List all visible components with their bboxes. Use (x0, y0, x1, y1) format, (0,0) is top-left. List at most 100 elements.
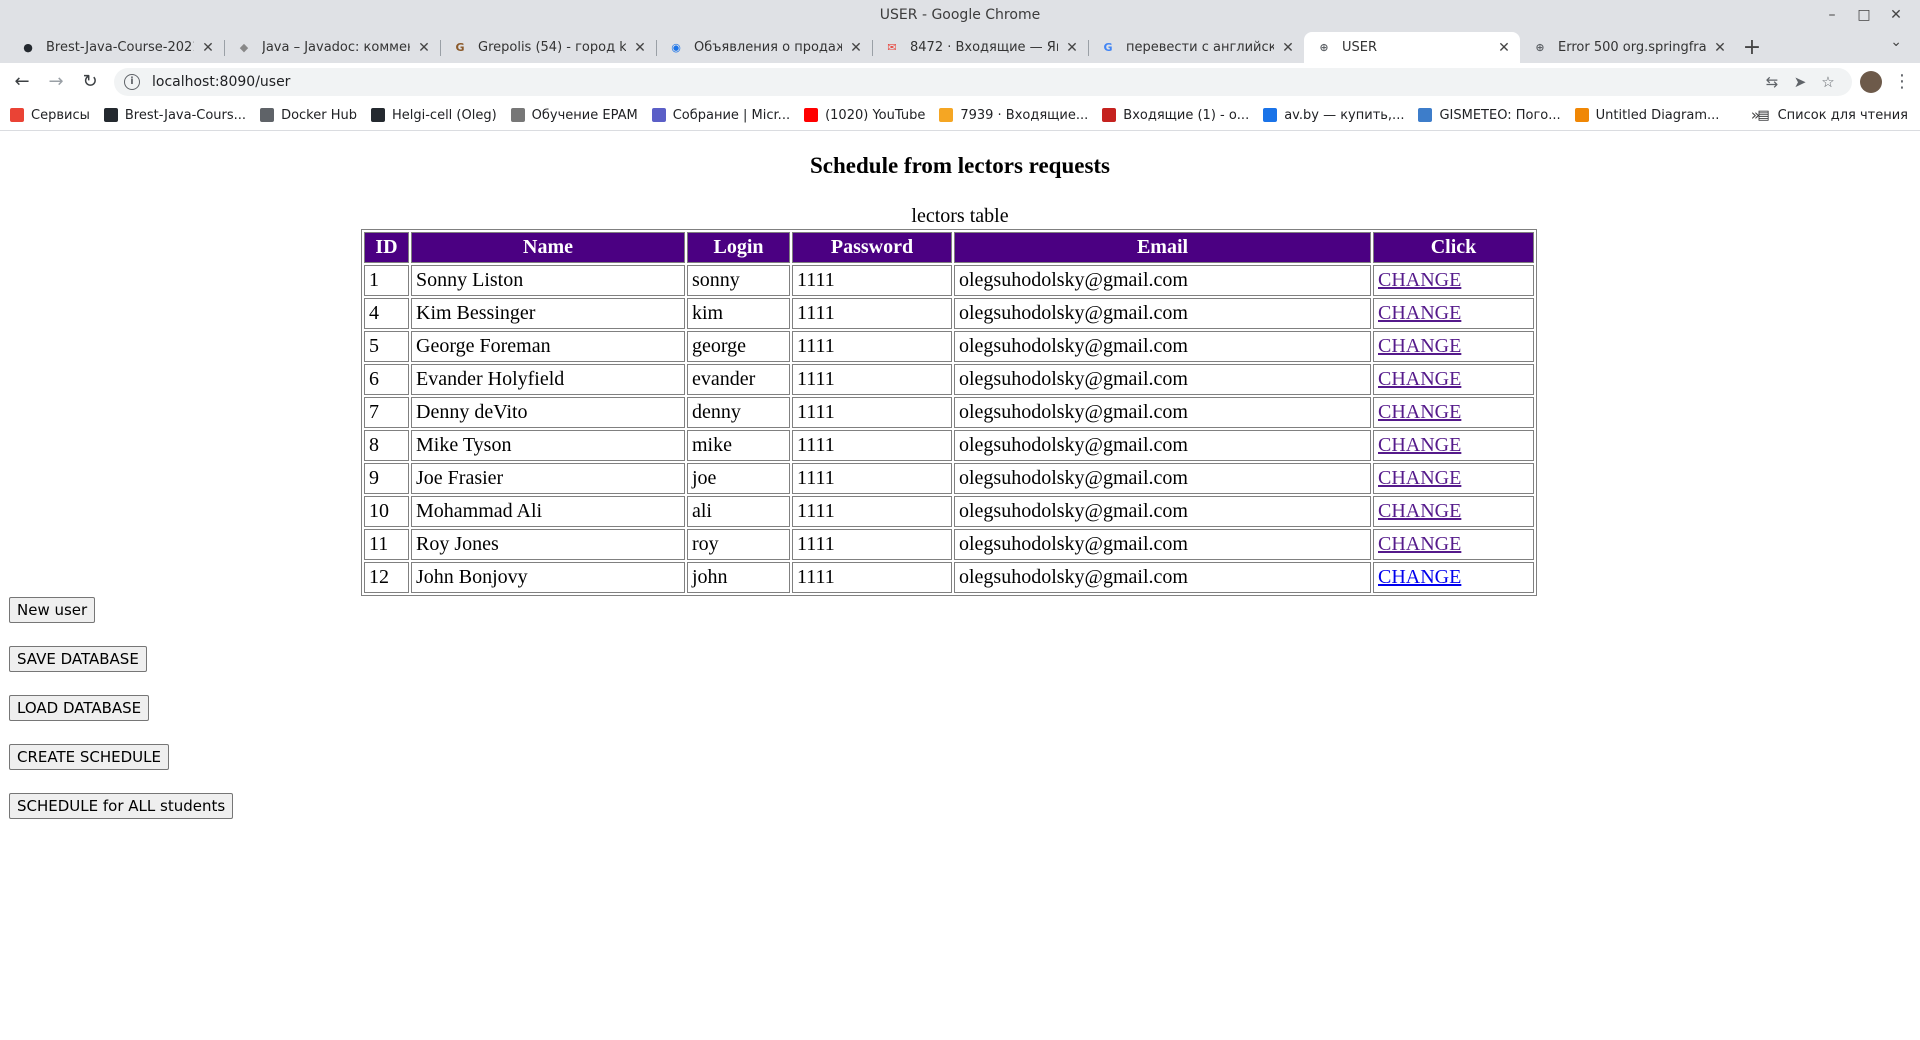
tab-title: 8472 · Входящие — Яндек... (910, 40, 1058, 55)
cell-email: olegsuhodolsky@gmail.com (954, 529, 1371, 560)
change-link[interactable]: CHANGE (1378, 434, 1461, 456)
change-link[interactable]: CHANGE (1378, 533, 1461, 555)
send-icon[interactable]: ➤ (1786, 73, 1814, 91)
cell-click: CHANGE (1373, 463, 1534, 494)
cell-id: 10 (364, 496, 409, 527)
tab-close-icon[interactable]: ✕ (1280, 40, 1296, 56)
bookmark-item[interactable]: Собрание | Micr... (651, 108, 790, 123)
bookmark-item[interactable]: Brest-Java-Cours... (103, 108, 246, 123)
url-text[interactable]: localhost:8090/user (152, 74, 1758, 90)
change-link[interactable]: CHANGE (1378, 368, 1461, 390)
change-link[interactable]: CHANGE (1378, 401, 1461, 423)
browser-tab[interactable]: Gперевести с английского ✕ (1088, 32, 1304, 63)
close-window-button[interactable]: ✕ (1880, 0, 1912, 30)
table-row: 10 Mohammad Ali ali 1111 olegsuhodolsky@gmai… (364, 496, 1534, 527)
browser-tab[interactable]: ⊕ USER ✕ (1304, 32, 1520, 63)
maximize-button[interactable]: □ (1848, 0, 1880, 30)
cell-id: 8 (364, 430, 409, 461)
table-row: 9 Joe Frasier joe 1111 olegsuhodolsky@gmail.… (364, 463, 1534, 494)
new-user-button[interactable]: New user (9, 597, 96, 623)
bookmark-item[interactable]: Docker Hub (260, 108, 357, 123)
bookmark-item[interactable]: 7939 · Входящие... (939, 108, 1088, 123)
header-id: ID (364, 232, 409, 263)
header-name: Name (411, 232, 685, 263)
reading-list-button[interactable]: ▤ Список для чтения (1757, 108, 1908, 123)
bookmark-item[interactable]: GISMETEO: Пого... (1418, 108, 1561, 123)
browser-tab[interactable]: ✉ 8472 · Входящие — Яндек... ✕ (872, 32, 1088, 63)
tab-close-icon[interactable]: ✕ (1496, 40, 1512, 56)
cell-email: olegsuhodolsky@gmail.com (954, 496, 1371, 527)
cell-email: olegsuhodolsky@gmail.com (954, 397, 1371, 428)
cell-password: 1111 (792, 562, 952, 593)
cell-email: olegsuhodolsky@gmail.com (954, 364, 1371, 395)
tab-close-icon[interactable]: ✕ (848, 40, 864, 56)
change-link[interactable]: CHANGE (1378, 500, 1461, 522)
browser-tab[interactable]: ◉ Объявления о продаже а... ✕ (656, 32, 872, 63)
tab-close-icon[interactable]: ✕ (1712, 40, 1728, 56)
tab-close-icon[interactable]: ✕ (416, 40, 432, 56)
change-link[interactable]: CHANGE (1378, 302, 1461, 324)
tab-search-icon[interactable]: ⌄ (1890, 34, 1902, 50)
bookmark-label: Входящие (1) - о... (1123, 107, 1250, 123)
table-row: 12 John Bonjovy john 1111 olegsuhodolsky@gma… (364, 562, 1534, 593)
tab-title: Error 500 org.springframew... (1558, 40, 1706, 55)
schedule-all-students-button[interactable]: SCHEDULE for ALL students (9, 793, 234, 819)
table-row: 1 Sonny Liston sonny 1111 olegsuhodolsky@gma… (364, 265, 1534, 296)
table-caption: lectors table (911, 205, 1009, 227)
menu-icon[interactable]: ⋮ (1892, 71, 1912, 92)
star-icon[interactable]: ☆ (1814, 73, 1842, 91)
new-tab-button[interactable]: + (1736, 32, 1768, 63)
browser-tab[interactable]: ● Brest-Java-Course-2021-2/... ✕ (8, 32, 224, 63)
cell-email: olegsuhodolsky@gmail.com (954, 331, 1371, 362)
browser-toolbar: ← → ↻ i localhost:8090/user ⇆ ➤ ☆ ⋮ (0, 63, 1920, 100)
tab-title: Объявления о продаже а... (694, 40, 842, 55)
tab-close-icon[interactable]: ✕ (200, 40, 216, 56)
tab-close-icon[interactable]: ✕ (632, 40, 648, 56)
bookmark-item[interactable]: Untitled Diagram... (1574, 108, 1719, 123)
change-link[interactable]: CHANGE (1378, 335, 1461, 357)
load-database-button[interactable]: LOAD DATABASE (9, 695, 150, 721)
browser-tab[interactable]: G Grepolis (54) - город krovel ✕ (440, 32, 656, 63)
change-link[interactable]: CHANGE (1378, 566, 1461, 588)
action-buttons: New user SAVE DATABASE LOAD DATABASE CRE… (9, 597, 234, 842)
globe-icon: ⊕ (1535, 41, 1545, 54)
cell-login: evander (687, 364, 790, 395)
browser-tab[interactable]: ⊕ Error 500 org.springframew... ✕ (1520, 32, 1736, 63)
save-database-button[interactable]: SAVE DATABASE (9, 646, 147, 672)
bookmark-icon (10, 108, 24, 122)
create-schedule-button[interactable]: CREATE SCHEDULE (9, 744, 169, 770)
reading-list-label: Список для чтения (1777, 107, 1908, 123)
forward-button[interactable]: → (42, 68, 70, 96)
bookmark-item[interactable]: Входящие (1) - о... (1102, 108, 1249, 123)
browser-tab[interactable]: ◆ Java – Javadoc: коммента... ✕ (224, 32, 440, 63)
bookmark-item[interactable]: Обучение EPAM (510, 108, 638, 123)
tab-close-icon[interactable]: ✕ (1064, 40, 1080, 56)
mail-icon: ✉ (887, 41, 897, 54)
bookmark-item[interactable]: Helgi-cell (Oleg) (370, 108, 497, 123)
bookmark-icon (1574, 108, 1589, 122)
bookmark-item[interactable]: av.by — купить,... (1263, 108, 1404, 123)
bookmark-icon (260, 108, 275, 122)
back-button[interactable]: ← (8, 68, 36, 96)
cell-click: CHANGE (1373, 529, 1534, 560)
cell-login: joe (687, 463, 790, 494)
change-link[interactable]: CHANGE (1378, 269, 1461, 291)
bookmark-item[interactable]: Сервисы (10, 108, 90, 123)
site-info-icon[interactable]: i (124, 73, 140, 90)
header-login: Login (687, 232, 790, 263)
grepolis-icon: G (455, 41, 465, 54)
cell-id: 11 (364, 529, 409, 560)
cell-name: George Foreman (411, 331, 685, 362)
reload-button[interactable]: ↻ (76, 68, 104, 96)
address-bar[interactable]: i localhost:8090/user ⇆ ➤ ☆ (114, 67, 1852, 96)
bookmark-item[interactable]: (1020) YouTube (804, 108, 925, 123)
cell-email: olegsuhodolsky@gmail.com (954, 298, 1371, 329)
cell-login: roy (687, 529, 790, 560)
profile-avatar[interactable] (1860, 70, 1882, 93)
change-link[interactable]: CHANGE (1378, 467, 1461, 489)
cell-id: 9 (364, 463, 409, 494)
window-title: USER - Google Chrome (879, 7, 1041, 23)
minimize-button[interactable]: – (1816, 0, 1848, 30)
cell-click: CHANGE (1373, 496, 1534, 527)
translate-icon[interactable]: ⇆ (1758, 73, 1786, 91)
